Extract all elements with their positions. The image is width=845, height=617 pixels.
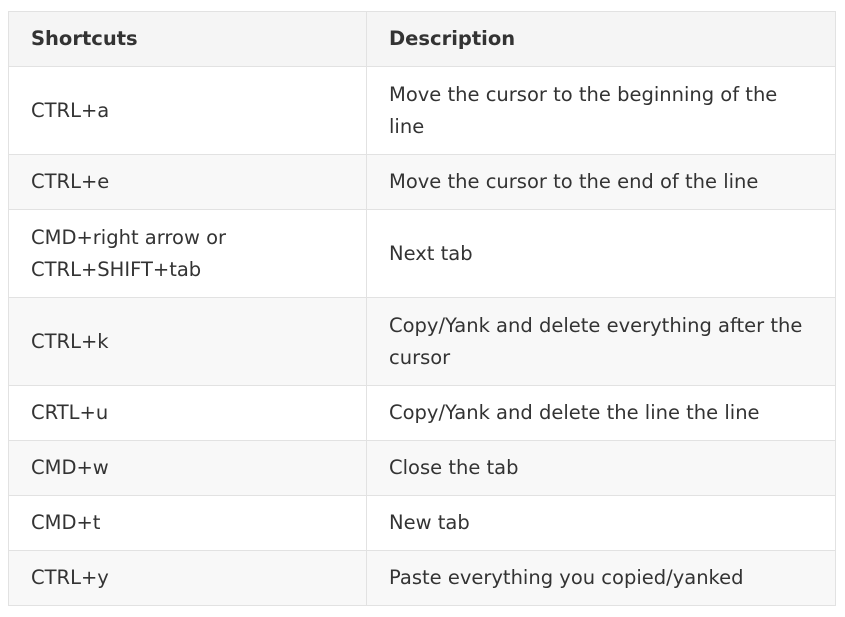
description-cell: Move the cursor to the beginning of the …	[366, 66, 836, 155]
header-shortcuts: Shortcuts	[8, 11, 367, 67]
shortcut-cell: CMD+t	[8, 495, 367, 551]
description-cell: Next tab	[366, 209, 836, 298]
description-cell: Paste everything you copied/yanked	[366, 550, 836, 606]
shortcut-cell: CTRL+y	[8, 550, 367, 606]
table-row: CTRL+y Paste everything you copied/yanke…	[8, 550, 836, 606]
description-cell: Close the tab	[366, 440, 836, 496]
description-cell: Move the cursor to the end of the line	[366, 154, 836, 210]
shortcut-cell: CTRL+a	[8, 66, 367, 155]
shortcuts-table-container: Shortcuts Description CTRL+a Move the cu…	[8, 11, 836, 606]
table-row: CTRL+k Copy/Yank and delete everything a…	[8, 297, 836, 386]
description-cell: Copy/Yank and delete everything after th…	[366, 297, 836, 386]
table-row: CMD+right arrow or CTRL+SHIFT+tab Next t…	[8, 209, 836, 298]
table-row: CMD+t New tab	[8, 495, 836, 551]
table-row: CRTL+u Copy/Yank and delete the line the…	[8, 385, 836, 441]
description-cell: Copy/Yank and delete the line the line	[366, 385, 836, 441]
description-cell: New tab	[366, 495, 836, 551]
shortcut-cell: CMD+w	[8, 440, 367, 496]
shortcut-cell: CRTL+u	[8, 385, 367, 441]
table-header-row: Shortcuts Description	[8, 11, 836, 67]
table-row: CTRL+e Move the cursor to the end of the…	[8, 154, 836, 210]
shortcut-cell: CTRL+k	[8, 297, 367, 386]
table-row: CMD+w Close the tab	[8, 440, 836, 496]
table-row: CTRL+a Move the cursor to the beginning …	[8, 66, 836, 155]
shortcuts-table: Shortcuts Description CTRL+a Move the cu…	[8, 11, 836, 606]
shortcut-cell: CTRL+e	[8, 154, 367, 210]
shortcut-cell: CMD+right arrow or CTRL+SHIFT+tab	[8, 209, 367, 298]
header-description: Description	[366, 11, 836, 67]
